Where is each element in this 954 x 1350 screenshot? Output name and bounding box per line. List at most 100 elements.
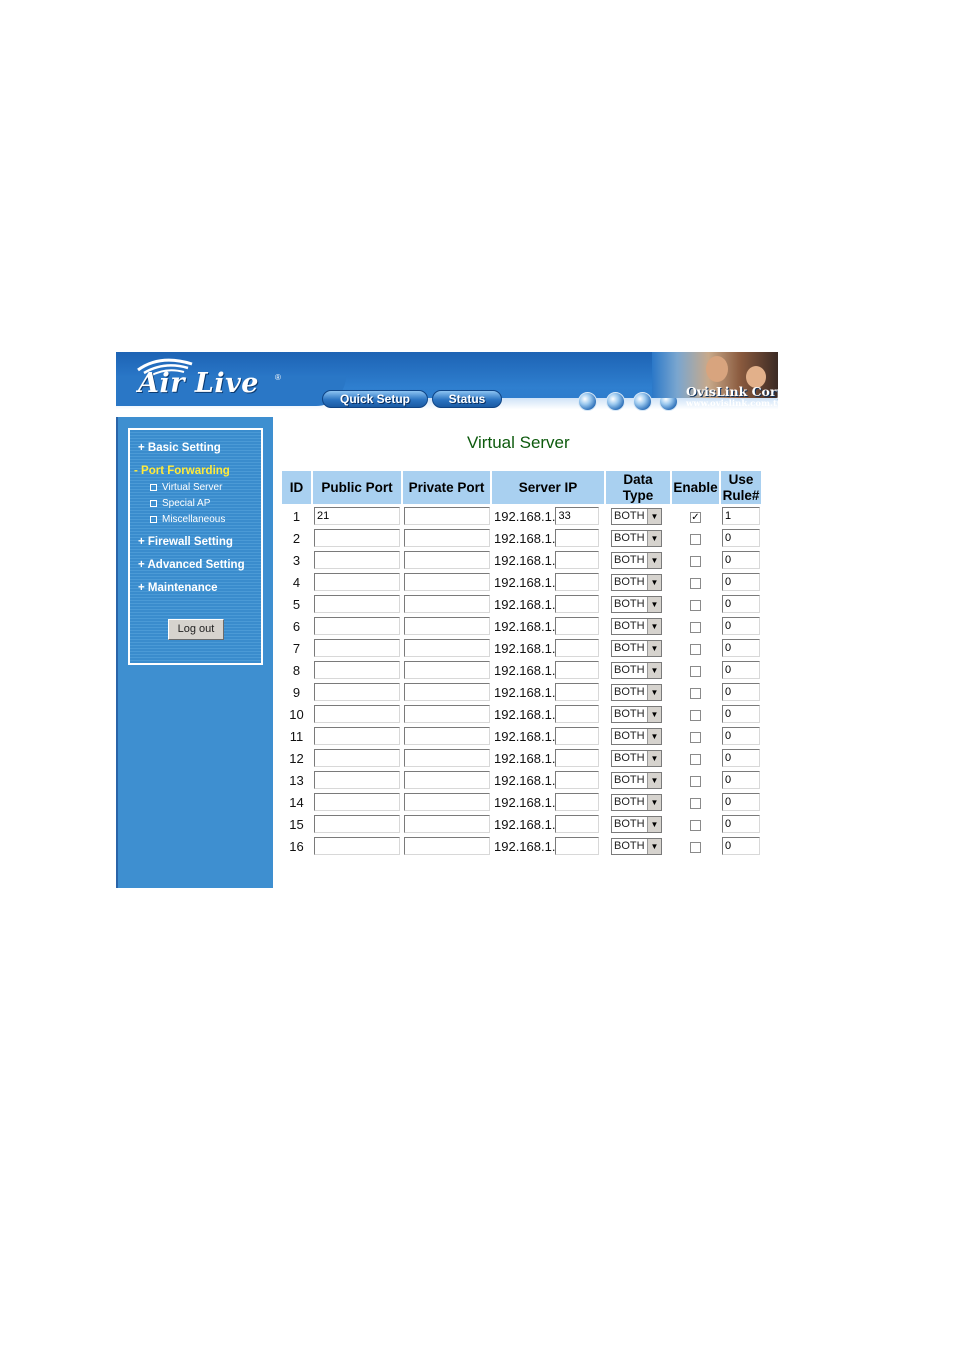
public-port-input[interactable] [314,727,400,745]
chevron-down-icon[interactable]: ▼ [647,553,661,568]
chevron-down-icon[interactable]: ▼ [647,751,661,766]
use-rule-input[interactable] [722,683,760,701]
public-port-input[interactable] [314,815,400,833]
chevron-down-icon[interactable]: ▼ [647,817,661,832]
chevron-down-icon[interactable]: ▼ [647,773,661,788]
server-ip-input[interactable] [555,661,600,679]
public-port-input[interactable] [314,617,400,635]
use-rule-input[interactable] [722,551,760,569]
use-rule-input[interactable] [722,793,760,811]
data-type-select[interactable]: BOTH ▼ [611,618,662,635]
server-ip-input[interactable] [555,771,600,789]
private-port-input[interactable] [404,815,490,833]
server-ip-input[interactable] [555,507,600,525]
private-port-input[interactable] [404,661,490,679]
public-port-input[interactable] [314,793,400,811]
use-rule-input[interactable] [722,573,760,591]
enable-checkbox[interactable] [690,665,701,677]
data-type-select[interactable]: BOTH ▼ [611,750,662,767]
server-ip-input[interactable] [555,815,600,833]
sidebar-item-basic-setting[interactable]: + Basic Setting [138,442,221,454]
enable-checkbox[interactable] [690,555,701,567]
data-type-select[interactable]: BOTH ▼ [611,530,662,547]
sidebar-item-maintenance[interactable]: + Maintenance [138,582,218,594]
enable-checkbox[interactable]: ✓ [690,511,701,523]
chevron-down-icon[interactable]: ▼ [647,839,661,854]
data-type-select[interactable]: BOTH ▼ [611,640,662,657]
enable-checkbox[interactable] [690,819,701,831]
public-port-input[interactable] [314,661,400,679]
chevron-down-icon[interactable]: ▼ [647,531,661,546]
enable-checkbox[interactable] [690,599,701,611]
chevron-down-icon[interactable]: ▼ [647,597,661,612]
enable-checkbox[interactable] [690,687,701,699]
data-type-select[interactable]: BOTH ▼ [611,816,662,833]
sidebar-item-port-forwarding[interactable]: - Port Forwarding [134,465,230,477]
chevron-down-icon[interactable]: ▼ [647,509,661,524]
chevron-down-icon[interactable]: ▼ [647,641,661,656]
public-port-input[interactable] [314,683,400,701]
private-port-input[interactable] [404,573,490,591]
data-type-select[interactable]: BOTH ▼ [611,508,662,525]
chevron-down-icon[interactable]: ▼ [647,795,661,810]
public-port-input[interactable] [314,749,400,767]
data-type-select[interactable]: BOTH ▼ [611,552,662,569]
use-rule-input[interactable] [722,727,760,745]
public-port-input[interactable] [314,771,400,789]
data-type-select[interactable]: BOTH ▼ [611,772,662,789]
server-ip-input[interactable] [555,617,600,635]
server-ip-input[interactable] [555,595,600,613]
private-port-input[interactable] [404,771,490,789]
private-port-input[interactable] [404,617,490,635]
use-rule-input[interactable] [722,771,760,789]
data-type-select[interactable]: BOTH ▼ [611,728,662,745]
server-ip-input[interactable] [555,705,600,723]
private-port-input[interactable] [404,749,490,767]
use-rule-input[interactable] [722,749,760,767]
enable-checkbox[interactable] [690,775,701,787]
enable-checkbox[interactable] [690,797,701,809]
quick-setup-button[interactable]: Quick Setup [322,390,428,408]
public-port-input[interactable] [314,507,400,525]
server-ip-input[interactable] [555,727,600,745]
use-rule-input[interactable] [722,595,760,613]
public-port-input[interactable] [314,639,400,657]
server-ip-input[interactable] [555,793,600,811]
chevron-down-icon[interactable]: ▼ [647,685,661,700]
private-port-input[interactable] [404,507,490,525]
sidebar-item-advanced-setting[interactable]: + Advanced Setting [138,559,245,571]
globe-icon[interactable] [578,392,597,411]
data-type-select[interactable]: BOTH ▼ [611,838,662,855]
sidebar-subitem-miscellaneous[interactable]: Miscellaneous [150,514,225,525]
chevron-down-icon[interactable]: ▼ [647,575,661,590]
chevron-down-icon[interactable]: ▼ [647,707,661,722]
use-rule-input[interactable] [722,639,760,657]
public-port-input[interactable] [314,837,400,855]
use-rule-input[interactable] [722,837,760,855]
private-port-input[interactable] [404,705,490,723]
public-port-input[interactable] [314,551,400,569]
private-port-input[interactable] [404,837,490,855]
private-port-input[interactable] [404,793,490,811]
data-type-select[interactable]: BOTH ▼ [611,574,662,591]
private-port-input[interactable] [404,551,490,569]
globe-icon[interactable] [633,392,652,411]
logout-button[interactable]: Log out [168,619,224,640]
data-type-select[interactable]: BOTH ▼ [611,662,662,679]
sidebar-item-firewall-setting[interactable]: + Firewall Setting [138,536,233,548]
server-ip-input[interactable] [555,551,600,569]
server-ip-input[interactable] [555,573,600,591]
chevron-down-icon[interactable]: ▼ [647,619,661,634]
private-port-input[interactable] [404,683,490,701]
globe-icon[interactable] [606,392,625,411]
public-port-input[interactable] [314,573,400,591]
use-rule-input[interactable] [722,705,760,723]
enable-checkbox[interactable] [690,533,701,545]
enable-checkbox[interactable] [690,731,701,743]
server-ip-input[interactable] [555,837,600,855]
server-ip-input[interactable] [555,749,600,767]
enable-checkbox[interactable] [690,841,701,853]
public-port-input[interactable] [314,595,400,613]
use-rule-input[interactable] [722,617,760,635]
public-port-input[interactable] [314,529,400,547]
